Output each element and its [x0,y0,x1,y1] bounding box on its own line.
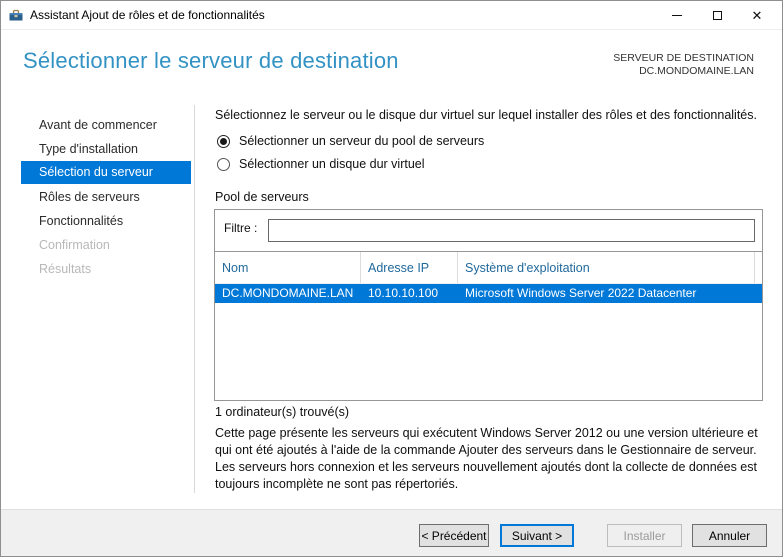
install-button[interactable]: Installer [607,524,682,547]
wizard-toolbox-icon [9,9,23,21]
radio-button-icon-unchecked [217,157,230,171]
server-os-cell: Microsoft Windows Server 2022 Datacenter [465,286,697,300]
server-pool-title: Pool de serveurs [215,190,309,204]
radio-select-server-pool-label: Sélectionner un serveur du pool de serve… [239,134,485,148]
maximize-button[interactable] [697,1,737,30]
server-pool-panel: Filtre : Nom Adresse IP Système d'exploi… [214,209,763,401]
server-table-header: Nom Adresse IP Système d'exploitation [215,252,762,284]
radio-select-vhd[interactable]: Sélectionner un disque dur virtuel [217,157,425,171]
server-ip-cell: 10.10.10.100 [368,286,439,300]
destination-server-block: SERVEUR DE DESTINATION DC.MONDOMAINE.LAN [613,52,754,78]
footer-bar: < Précédent Suivant > Installer Annuler [1,509,782,556]
column-header-os[interactable]: Système d'exploitation [458,252,755,283]
wizard-window: Assistant Ajout de rôles et de fonctionn… [0,0,783,557]
minimize-button[interactable] [657,1,697,30]
minimize-icon [672,15,682,16]
sidebar-item-installation-type[interactable]: Type d'installation [1,138,194,161]
page-description: Sélectionnez le serveur ou le disque dur… [215,108,757,122]
sidebar-divider [194,105,195,493]
page-note: Cette page présente les serveurs qui exé… [215,426,758,491]
sidebar-item-server-selection[interactable]: Sélection du serveur [21,161,191,184]
sidebar-item-features[interactable]: Fonctionnalités [1,210,194,233]
destination-server-label: SERVEUR DE DESTINATION [613,52,754,64]
next-button[interactable]: Suivant > [500,524,574,547]
computers-found-count: 1 ordinateur(s) trouvé(s) [215,405,350,419]
sidebar-item-results: Résultats [39,262,92,276]
radio-select-server-pool[interactable]: Sélectionner un serveur du pool de serve… [217,134,484,148]
titlebar: Assistant Ajout de rôles et de fonctionn… [1,1,782,30]
sidebar-item-server-roles[interactable]: Rôles de serveurs [1,186,194,209]
cancel-button[interactable]: Annuler [692,524,767,547]
filter-label: Filtre : [224,221,258,235]
column-header-ip[interactable]: Adresse IP [361,252,458,283]
window-title: Assistant Ajout de rôles et de fonctionn… [30,8,265,22]
column-header-name[interactable]: Nom [215,252,361,283]
server-name-cell: DC.MONDOMAINE.LAN [222,286,354,300]
server-table: Nom Adresse IP Système d'exploitation DC… [215,251,762,400]
close-icon: ✕ [751,8,763,23]
radio-select-vhd-label: Sélectionner un disque dur virtuel [239,157,425,171]
close-button[interactable]: ✕ [737,1,777,30]
filter-input[interactable] [268,219,755,242]
page-title: Sélectionner le serveur de destination [23,48,399,73]
column-header-spacer [755,252,762,283]
sidebar-item-before-you-begin[interactable]: Avant de commencer [1,114,194,137]
maximize-icon [712,11,722,20]
radio-button-icon-checked [217,134,230,148]
server-row-selected[interactable]: DC.MONDOMAINE.LAN 10.10.10.100 Microsoft… [215,284,762,303]
destination-server-value: DC.MONDOMAINE.LAN [639,65,754,77]
previous-button[interactable]: < Précédent [419,524,489,547]
sidebar-item-confirmation: Confirmation [39,238,110,252]
